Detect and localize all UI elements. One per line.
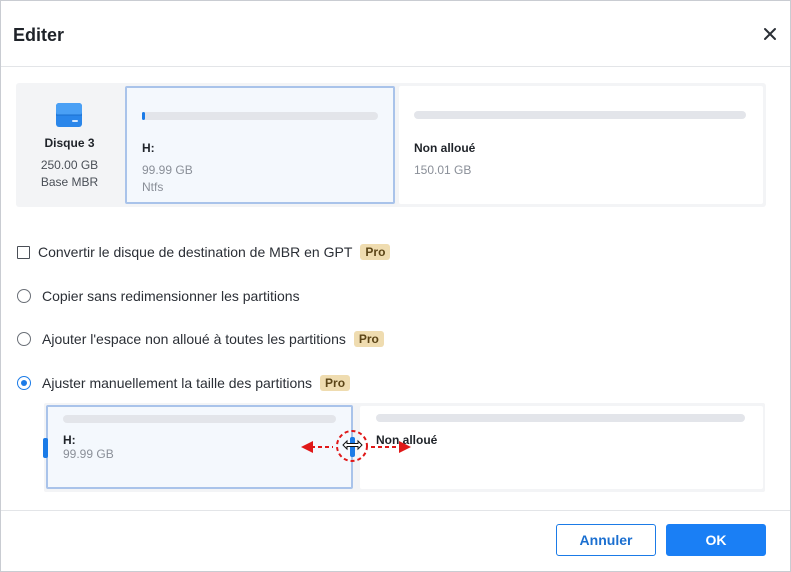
partition-label: Non alloué [414, 141, 476, 155]
option-label: Copier sans redimensionner les partition… [42, 288, 300, 304]
disk-size: 250.00 GB [40, 158, 99, 172]
resize-left-handle[interactable] [43, 438, 48, 458]
option-manual-resize[interactable]: Ajuster manuellement la taille des parti… [17, 373, 351, 393]
partition-usage-bar [142, 112, 378, 120]
option-label: Ajuster manuellement la taille des parti… [42, 375, 313, 391]
resize-partition-unallocated[interactable]: Non alloué [360, 406, 763, 489]
partition-size: 150.01 GB [414, 163, 472, 177]
cancel-button[interactable]: Annuler [556, 524, 656, 556]
disk-info: Disque 3 250.00 GB Base MBR [16, 83, 123, 207]
manual-resize-radio[interactable] [17, 376, 31, 390]
ok-button[interactable]: OK [666, 524, 766, 556]
pro-badge: Pro [320, 375, 351, 391]
partition-card-h[interactable]: H: 99.99 GB Ntfs [125, 86, 395, 204]
partition-label: H: [142, 141, 155, 155]
close-icon [764, 28, 776, 40]
edit-dialog: Editer Disque 3 250.00 GB Base MBR H: 99… [0, 0, 791, 572]
pro-badge: Pro [360, 244, 391, 260]
copy-no-resize-radio[interactable] [17, 289, 31, 303]
partition-label: H: [63, 433, 76, 447]
option-add-unallocated[interactable]: Ajouter l'espace non alloué à toutes les… [17, 329, 384, 349]
option-label: Ajouter l'espace non alloué à toutes les… [42, 331, 346, 347]
partition-usage-bar [414, 111, 746, 119]
partition-card-unallocated[interactable]: Non alloué 150.01 GB [399, 86, 763, 204]
partition-usage-bar [63, 415, 336, 423]
resize-divider-handle[interactable] [335, 429, 371, 463]
partition-usage-fill [142, 112, 145, 120]
add-unallocated-radio[interactable] [17, 332, 31, 346]
resize-cursor-icon [336, 430, 368, 462]
disk-drive-icon [56, 103, 82, 127]
dialog-title: Editer [13, 25, 65, 45]
close-button[interactable] [759, 23, 781, 45]
disk-type: Base MBR [40, 175, 99, 189]
disk-panel: Disque 3 250.00 GB Base MBR H: 99.99 GB … [16, 83, 766, 207]
partition-filesystem: Ntfs [142, 180, 164, 194]
partition-size: 99.99 GB [63, 447, 114, 461]
partition-size: 99.99 GB [142, 163, 193, 177]
dialog-titlebar: Editer [1, 1, 790, 67]
convert-gpt-checkbox[interactable] [17, 245, 30, 259]
partition-usage-bar [376, 414, 745, 422]
option-convert-gpt[interactable]: Convertir le disque de destination de MB… [17, 242, 391, 262]
pro-badge: Pro [353, 331, 384, 347]
option-copy-no-resize[interactable]: Copier sans redimensionner les partition… [17, 286, 300, 306]
option-label: Convertir le disque de destination de MB… [38, 244, 353, 260]
disk-name: Disque 3 [44, 136, 95, 150]
dialog-footer: Annuler OK [1, 510, 790, 572]
